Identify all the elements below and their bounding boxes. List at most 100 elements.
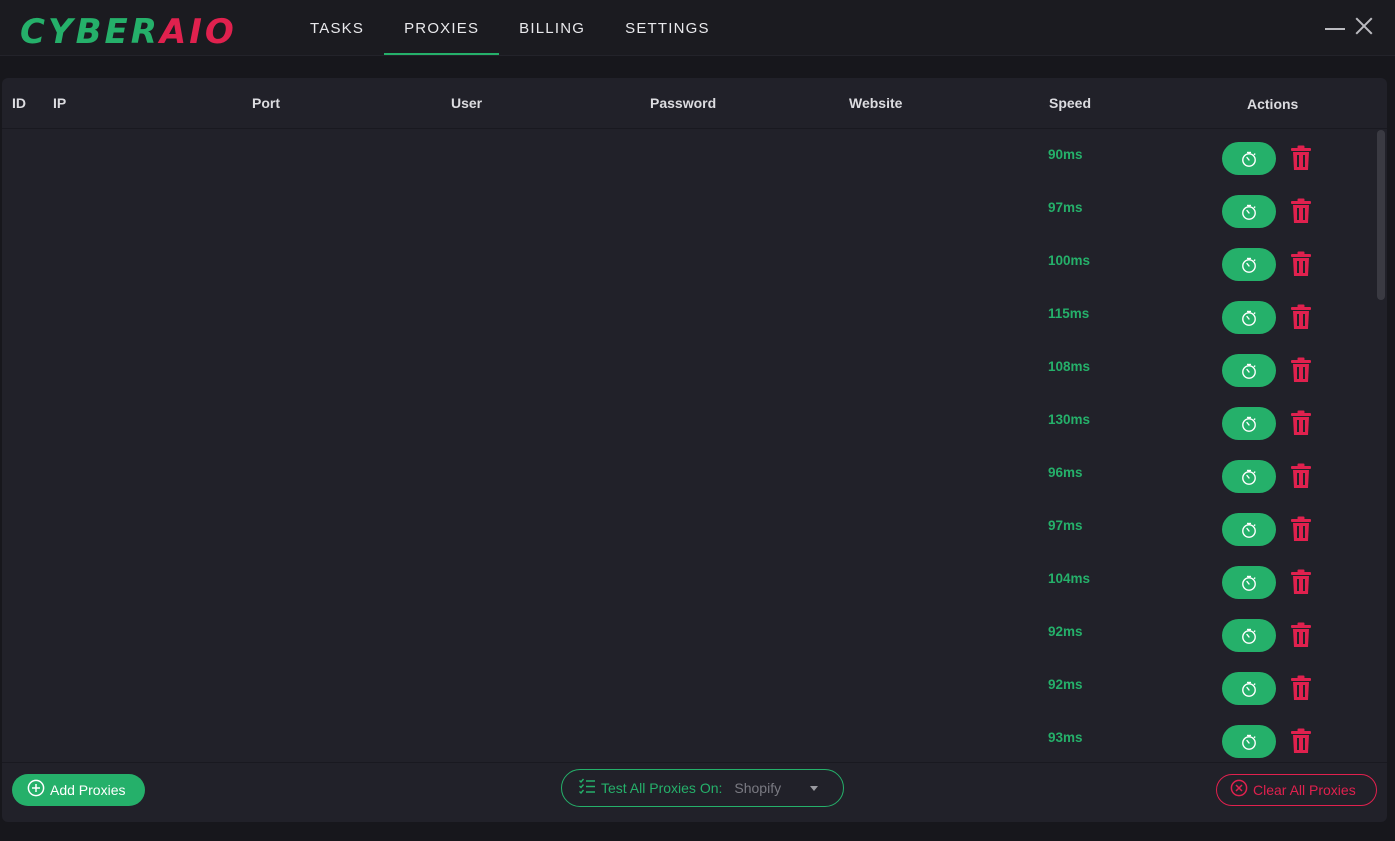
- table-row: 93ms: [2, 713, 1372, 762]
- trash-icon: [1291, 569, 1311, 595]
- clear-all-proxies-button[interactable]: Clear All Proxies: [1216, 774, 1377, 806]
- tab-proxies[interactable]: PROXIES: [384, 0, 500, 56]
- column-header-port: Port: [252, 95, 280, 111]
- delete-proxy-button[interactable]: [1289, 461, 1313, 491]
- logo-text-cyber: CYBER: [20, 12, 160, 52]
- table-row: 97ms: [2, 501, 1372, 554]
- test-proxy-button[interactable]: [1222, 248, 1276, 281]
- test-proxy-button[interactable]: [1222, 725, 1276, 758]
- stopwatch-icon: [1240, 362, 1258, 380]
- test-proxy-button[interactable]: [1222, 407, 1276, 440]
- test-proxy-button[interactable]: [1222, 195, 1276, 228]
- stopwatch-icon: [1240, 680, 1258, 698]
- speed-value: 108ms: [1048, 359, 1091, 374]
- table-body: 90ms 97ms 100ms 115ms 108ms 130ms 96ms 97ms 104m…: [2, 130, 1387, 762]
- table-row: 130ms: [2, 395, 1372, 448]
- checklist-icon: [578, 777, 596, 800]
- speed-value: 93ms: [1048, 730, 1083, 745]
- table-row: 104ms: [2, 554, 1372, 607]
- test-proxy-button[interactable]: [1222, 619, 1276, 652]
- table-header: ID IP Port User Password Website Speed A…: [2, 78, 1387, 129]
- table-row: 100ms: [2, 236, 1372, 289]
- chevron-down-icon: [810, 786, 818, 791]
- delete-proxy-button[interactable]: [1289, 726, 1313, 756]
- delete-proxy-button[interactable]: [1289, 514, 1313, 544]
- column-header-ip: IP: [53, 95, 67, 111]
- test-proxy-button[interactable]: [1222, 513, 1276, 546]
- stopwatch-icon: [1240, 733, 1258, 751]
- test-proxy-button[interactable]: [1222, 301, 1276, 334]
- stopwatch-icon: [1240, 468, 1258, 486]
- trash-icon: [1291, 675, 1311, 701]
- stopwatch-icon: [1240, 203, 1258, 221]
- stopwatch-icon: [1240, 627, 1258, 645]
- trash-icon: [1291, 410, 1311, 436]
- main-nav: TASKS PROXIES BILLING SETTINGS: [290, 0, 730, 56]
- table-row: 96ms: [2, 448, 1372, 501]
- logo-text-aio: AIO: [159, 12, 237, 52]
- stopwatch-icon: [1240, 521, 1258, 539]
- clear-all-label: Clear All Proxies: [1253, 782, 1356, 798]
- trash-icon: [1291, 728, 1311, 754]
- column-header-website: Website: [849, 95, 903, 111]
- test-proxy-button[interactable]: [1222, 566, 1276, 599]
- speed-value: 96ms: [1048, 465, 1083, 480]
- scrollbar-thumb[interactable]: [1377, 130, 1385, 300]
- close-icon[interactable]: [1355, 17, 1373, 35]
- speed-value: 115ms: [1048, 306, 1090, 321]
- stopwatch-icon: [1240, 574, 1258, 592]
- proxies-panel: ID IP Port User Password Website Speed A…: [2, 78, 1387, 822]
- table-row: 92ms: [2, 607, 1372, 660]
- tab-tasks[interactable]: TASKS: [290, 0, 384, 56]
- test-proxy-button[interactable]: [1222, 672, 1276, 705]
- speed-value: 130ms: [1048, 412, 1091, 427]
- delete-proxy-button[interactable]: [1289, 302, 1313, 332]
- table-row: 115ms: [2, 289, 1372, 342]
- delete-proxy-button[interactable]: [1289, 355, 1313, 385]
- scrollbar[interactable]: [1377, 130, 1385, 762]
- plus-circle-icon: [27, 779, 45, 802]
- trash-icon: [1291, 198, 1311, 224]
- trash-icon: [1291, 357, 1311, 383]
- trash-icon: [1291, 251, 1311, 277]
- column-header-actions: Actions: [1247, 96, 1299, 112]
- tab-billing[interactable]: BILLING: [499, 0, 605, 56]
- test-all-label: Test All Proxies On:: [601, 780, 723, 796]
- speed-value: 92ms: [1048, 677, 1083, 692]
- test-all-proxies-select[interactable]: Test All Proxies On: Shopify: [561, 769, 844, 807]
- speed-value: 97ms: [1048, 200, 1083, 215]
- table-row: 90ms: [2, 130, 1372, 183]
- app-logo: CYBERAIO: [20, 12, 237, 52]
- stopwatch-icon: [1240, 415, 1258, 433]
- footer-bar: Add Proxies Test All Proxies On: Shopify…: [2, 762, 1387, 822]
- test-proxy-button[interactable]: [1222, 460, 1276, 493]
- delete-proxy-button[interactable]: [1289, 408, 1313, 438]
- test-proxy-button[interactable]: [1222, 142, 1276, 175]
- stopwatch-icon: [1240, 309, 1258, 327]
- trash-icon: [1291, 145, 1311, 171]
- delete-proxy-button[interactable]: [1289, 620, 1313, 650]
- column-header-id: ID: [12, 95, 26, 111]
- add-proxies-button[interactable]: Add Proxies: [12, 774, 145, 806]
- title-bar: CYBERAIO TASKS PROXIES BILLING SETTINGS: [0, 0, 1395, 56]
- table-row: 92ms: [2, 660, 1372, 713]
- tab-settings[interactable]: SETTINGS: [605, 0, 730, 56]
- speed-value: 100ms: [1048, 253, 1091, 268]
- delete-proxy-button[interactable]: [1289, 143, 1313, 173]
- trash-icon: [1291, 463, 1311, 489]
- test-all-selected-value: Shopify: [734, 780, 782, 796]
- column-header-password: Password: [650, 95, 717, 111]
- speed-value: 90ms: [1048, 147, 1083, 162]
- trash-icon: [1291, 304, 1311, 330]
- speed-value: 97ms: [1048, 518, 1083, 533]
- table-row: 97ms: [2, 183, 1372, 236]
- delete-proxy-button[interactable]: [1289, 673, 1313, 703]
- speed-value: 92ms: [1048, 624, 1083, 639]
- column-header-user: User: [451, 95, 483, 111]
- test-proxy-button[interactable]: [1222, 354, 1276, 387]
- delete-proxy-button[interactable]: [1289, 196, 1313, 226]
- minimize-icon[interactable]: [1325, 22, 1345, 32]
- delete-proxy-button[interactable]: [1289, 567, 1313, 597]
- delete-proxy-button[interactable]: [1289, 249, 1313, 279]
- stopwatch-icon: [1240, 150, 1258, 168]
